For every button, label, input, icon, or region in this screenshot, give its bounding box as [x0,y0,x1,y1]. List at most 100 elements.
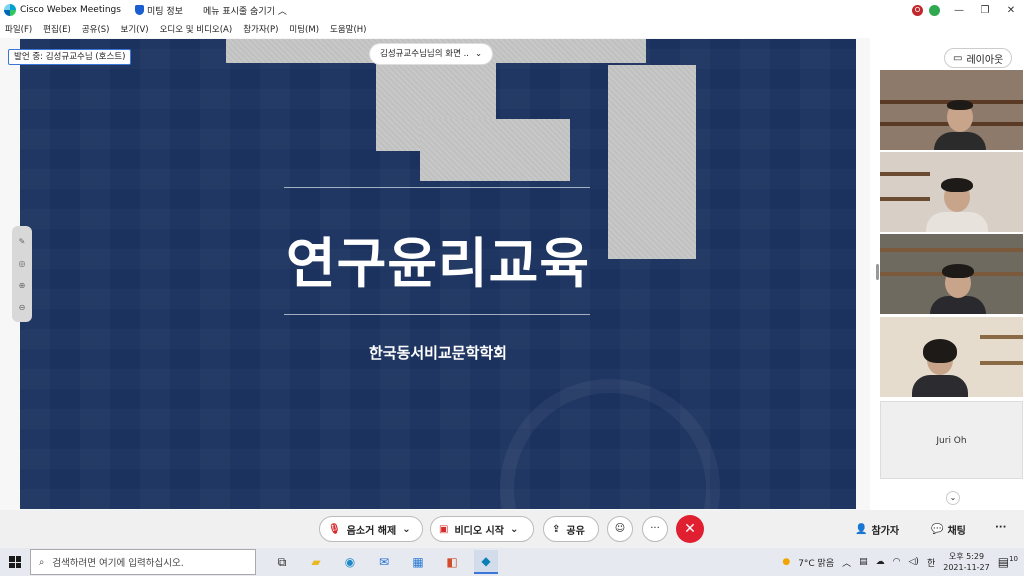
signal-icon[interactable] [929,4,940,16]
unmute-button[interactable]: 🎙 음소거 해제 ⌄ [319,516,423,542]
video-tile[interactable] [880,70,1023,150]
participant-body [912,375,968,397]
network-icon[interactable]: ◠ [893,557,901,567]
panel-resize-handle[interactable] [876,264,879,280]
store-icon[interactable]: ▦ [406,550,430,574]
chat-icon: 💬 [931,524,944,535]
reactions-button[interactable]: ☺ [607,516,633,542]
layout-label: 레이아웃 [966,54,1004,66]
search-placeholder: 검색하려면 여기에 입력하십시오. [52,558,184,569]
cloud-icon[interactable]: ☁ [876,557,885,567]
share-label: 공유 [566,525,585,537]
slide-divider-bottom [284,314,590,315]
user-avatar-badge[interactable]: O [912,4,923,16]
camera-off-icon: ▣ [439,523,449,535]
chevron-up-icon: ︿ [277,6,287,17]
windows-logo-icon [9,556,21,568]
volume-icon[interactable]: ◁) [909,557,919,567]
layout-button[interactable]: ▭ 레이아웃 [944,48,1013,68]
participants-icon: 👤 [855,524,868,535]
menu-meeting[interactable]: 미팅(M) [289,23,319,35]
bookshelf [880,248,1023,252]
participant-body [930,296,986,314]
maximize-button[interactable]: ❐ [972,5,998,16]
video-tile[interactable] [880,234,1023,314]
zoom-toolbar: ✎ ◎ ⊕ ⊖ [12,226,32,322]
share-icon: ⇪ [552,523,561,535]
bookshelf [980,361,1023,365]
task-view-icon[interactable]: ⧉ [270,550,294,574]
participant-tile-name[interactable]: Juri Oh [880,401,1023,479]
participant-hair [947,100,973,110]
shield-icon [134,5,144,15]
webex-logo-icon [4,4,16,16]
chevron-down-icon: ⌄ [509,523,519,535]
edge-icon[interactable]: ◉ [338,550,362,574]
printer-icon[interactable]: ▤ [859,557,868,567]
menu-view[interactable]: 보기(V) [121,23,149,35]
menu-help[interactable]: 도움말(H) [330,23,366,35]
hide-menu-button[interactable]: 메뉴 표시줄 숨기기 ︿ [203,4,287,17]
slide-subtitle: 한국동서비교문학학회 [368,344,507,362]
search-icon: ⌕ [39,556,45,568]
webex-taskbar-icon[interactable]: ◆ [474,550,498,574]
panel-more-button[interactable]: ··· [995,522,1006,533]
menu-file[interactable]: 파일(F) [5,23,32,35]
video-tile[interactable] [880,152,1023,232]
participants-label: 참가자 [871,526,900,537]
participant-body [934,132,986,150]
system-tray: ● 7°C 맑음 ︿ ▤ ☁ ◠ ◁) 한 오후 5:29 2021-11-27… [782,548,1024,576]
taskbar-search[interactable]: ⌕ 검색하려면 여기에 입력하십시오. [30,549,256,575]
hide-menu-label: 메뉴 표시줄 숨기기 [202,6,275,17]
menu-participants[interactable]: 참가자(P) [243,23,278,35]
scroll-down-icon[interactable]: ⌄ [946,491,960,505]
window-controls: O — ❐ ✕ [912,0,1024,20]
zoom-out-icon[interactable]: ⊖ [19,303,26,312]
clock-date: 2021-11-27 [943,563,990,572]
screen-selector-label: 김성규교수님님의 화면 .. [380,49,470,59]
leave-meeting-button[interactable]: ✕ [676,515,704,543]
slide-title: 연구윤리교육 [285,232,591,295]
occluded-region [420,119,570,181]
layout-icon: ▭ [953,52,963,64]
file-explorer-icon[interactable]: ▰ [304,550,328,574]
active-speaker-label: 발언 중: 김성규교수님 (호스트) [8,49,132,65]
participant-hair [941,178,973,192]
minimize-button[interactable]: — [946,5,972,16]
menu-audio-video[interactable]: 오디오 및 비디오(A) [160,23,233,35]
weather-icon[interactable]: ● [782,557,790,567]
participant-hair [923,339,957,363]
notification-icon[interactable]: ▤10 [998,555,1018,569]
zoom-in-icon[interactable]: ⊕ [19,281,26,290]
chevron-down-icon: ⌄ [402,523,411,535]
meeting-info-button[interactable]: 미팅 정보 [134,4,183,17]
chat-label: 채팅 [947,526,966,537]
start-video-label: 비디오 시작 [454,525,504,537]
participants-button[interactable]: 👤 참가자 [855,522,899,537]
menu-share[interactable]: 공유(S) [82,23,110,35]
fit-icon[interactable]: ◎ [19,259,26,268]
mic-muted-icon: 🎙 [328,523,341,535]
weather-text[interactable]: 7°C 맑음 [798,556,834,569]
start-video-button[interactable]: ▣ 비디오 시작 ⌄ [430,516,534,542]
clock[interactable]: 오후 5:29 2021-11-27 [943,551,990,573]
screen-selector[interactable]: 김성규교수님님의 화면 .. ⌄ [370,44,493,64]
mail-icon[interactable]: ✉ [372,550,396,574]
show-hidden-icon[interactable]: ︿ [842,556,851,569]
office-icon[interactable]: ◧ [440,550,464,574]
menu-edit[interactable]: 편집(E) [43,23,71,35]
bookshelf [880,172,930,176]
more-options-button[interactable]: ··· [642,516,668,542]
menu-bar: 파일(F) 편집(E) 공유(S) 보기(V) 오디오 및 비디오(A) 참가자… [0,20,1024,38]
clock-time: 오후 5:29 [948,552,985,561]
close-button[interactable]: ✕ [998,5,1024,16]
annotate-icon[interactable]: ✎ [19,237,26,246]
video-tile[interactable] [880,317,1023,397]
share-button[interactable]: ⇪ 공유 [543,516,599,542]
bookshelf [880,197,930,201]
app-title: Cisco Webex Meetings [20,5,121,15]
chat-button[interactable]: 💬 채팅 [931,522,966,537]
start-button[interactable] [0,548,30,576]
notification-count: 10 [1009,555,1018,563]
ime-indicator[interactable]: 한 [927,556,935,569]
